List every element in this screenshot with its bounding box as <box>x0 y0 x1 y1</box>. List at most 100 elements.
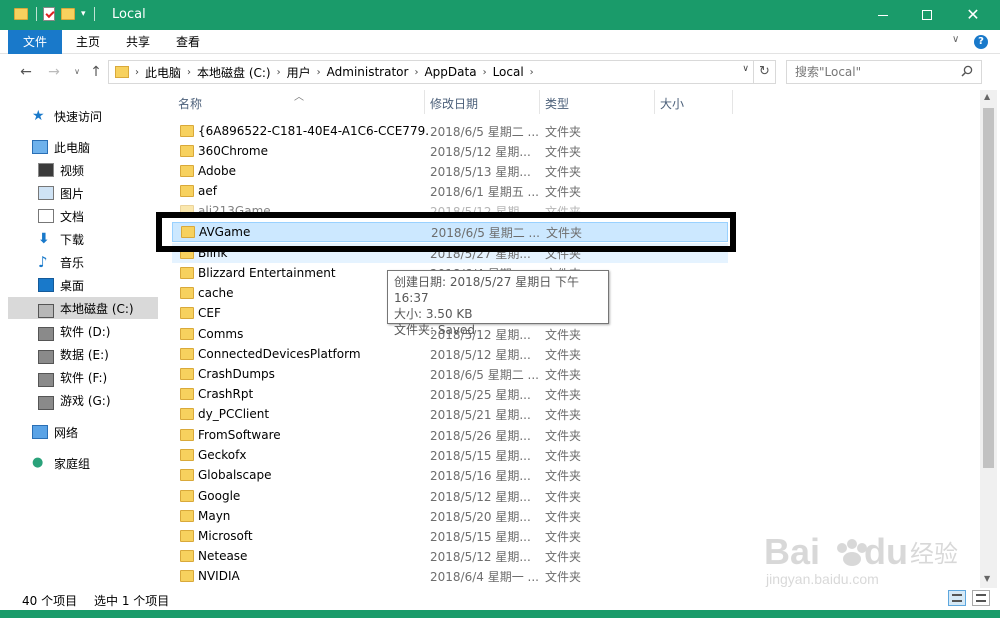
new-folder-icon[interactable] <box>61 8 75 20</box>
breadcrumb-separator-icon[interactable]: › <box>483 67 487 78</box>
forward-arrow-icon[interactable]: → <box>46 63 62 81</box>
folder-icon <box>180 530 194 542</box>
table-row[interactable]: Google 2018/5/12 星期... 文件夹 <box>172 486 728 506</box>
breadcrumb-administrator[interactable]: Administrator <box>327 65 409 79</box>
table-row[interactable]: Mayn 2018/5/20 星期... 文件夹 <box>172 506 728 526</box>
table-row[interactable]: Geckofx 2018/5/15 星期... 文件夹 <box>172 445 728 465</box>
column-header-type[interactable]: 类型 <box>545 95 569 112</box>
search-input[interactable] <box>795 61 955 83</box>
tab-share[interactable]: 共享 <box>116 30 160 54</box>
table-row[interactable]: aef 2018/6/1 星期五 ... 文件夹 <box>172 181 728 201</box>
table-row[interactable]: Microsoft 2018/5/15 星期... 文件夹 <box>172 526 728 546</box>
back-arrow-icon[interactable]: ← <box>18 63 34 81</box>
table-row[interactable]: NVIDIA 2018/6/4 星期一 ... 文件夹 <box>172 566 728 586</box>
scroll-down-arrow-icon[interactable]: ▼ <box>984 574 990 583</box>
tooltip-created-date: 创建日期: 2018/5/27 星期日 下午 16:37 <box>394 275 580 305</box>
column-divider[interactable] <box>424 90 425 114</box>
refresh-button[interactable]: ↻ <box>754 60 776 84</box>
sidebar-item-pictures[interactable]: 图片 <box>8 182 158 204</box>
scroll-up-arrow-icon[interactable]: ▲ <box>984 92 990 101</box>
scrollbar-thumb[interactable] <box>983 108 994 468</box>
column-header-date[interactable]: 修改日期 <box>430 95 478 112</box>
table-row[interactable]: dy_PCClient 2018/5/21 星期... 文件夹 <box>172 404 728 424</box>
breadcrumb-separator-icon[interactable]: › <box>187 67 191 78</box>
sidebar-item-homegroup[interactable]: ● 家庭组 <box>8 452 158 474</box>
breadcrumb-this-pc[interactable]: 此电脑 <box>145 64 181 81</box>
folder-icon <box>14 8 28 20</box>
close-button[interactable]: ✕ <box>950 0 996 30</box>
details-view-button[interactable] <box>948 590 966 606</box>
table-row[interactable]: FromSoftware 2018/5/26 星期... 文件夹 <box>172 425 728 445</box>
tab-file[interactable]: 文件 <box>8 30 62 54</box>
sidebar-item-drive-d[interactable]: 软件 (D:) <box>8 320 158 342</box>
navigation-bar: ← → ∨ ↑ › 此电脑 › 本地磁盘 (C:) › 用户 › Adminis… <box>0 54 1000 90</box>
minimize-button[interactable] <box>860 0 906 30</box>
sidebar-item-quick-access[interactable]: ★ 快速访问 <box>8 105 158 127</box>
file-name: Globalscape <box>198 468 272 482</box>
address-bar[interactable]: › 此电脑 › 本地磁盘 (C:) › 用户 › Administrator ›… <box>108 60 754 84</box>
sidebar-item-videos[interactable]: 视频 <box>8 159 158 181</box>
sidebar-item-local-disk-c[interactable]: 本地磁盘 (C:) <box>8 297 158 319</box>
sidebar-item-desktop[interactable]: 桌面 <box>8 274 158 296</box>
help-icon[interactable]: ? <box>974 35 988 49</box>
sidebar-item-label: 此电脑 <box>54 140 91 155</box>
table-row[interactable]: CrashDumps 2018/6/5 星期二 ... 文件夹 <box>172 364 728 384</box>
file-type: 文件夹 <box>545 489 582 504</box>
table-row[interactable]: Globalscape 2018/5/16 星期... 文件夹 <box>172 465 728 485</box>
column-divider[interactable] <box>539 90 540 114</box>
sidebar-item-label: 软件 (D:) <box>60 324 111 339</box>
customize-toolbar-arrow-icon[interactable]: ▾ <box>81 9 86 19</box>
expand-ribbon-chevron-icon[interactable]: ∨ <box>952 34 959 45</box>
folder-icon <box>180 490 194 502</box>
sidebar-item-this-pc[interactable]: 此电脑 <box>8 136 158 158</box>
sidebar-item-downloads[interactable]: ⬇ 下载 <box>8 228 158 250</box>
vertical-scrollbar[interactable]: ▲ ▼ <box>980 90 997 588</box>
breadcrumb-separator-icon[interactable]: › <box>317 67 321 78</box>
table-row[interactable]: CrashRpt 2018/5/25 星期... 文件夹 <box>172 384 728 404</box>
breadcrumb-separator-icon[interactable]: › <box>135 67 139 78</box>
properties-icon[interactable] <box>43 7 55 21</box>
column-divider[interactable] <box>654 90 655 114</box>
search-box[interactable] <box>786 60 982 84</box>
sidebar-item-documents[interactable]: 文档 <box>8 205 158 227</box>
breadcrumb-appdata[interactable]: AppData <box>424 65 476 79</box>
sidebar-item-drive-e[interactable]: 数据 (E:) <box>8 343 158 365</box>
file-date: 2018/5/15 星期... <box>430 448 531 463</box>
folder-icon <box>180 307 194 319</box>
title-bar[interactable]: ▾ Local ✕ <box>0 0 1000 30</box>
file-name: dy_PCClient <box>198 407 270 421</box>
download-icon: ⬇ <box>38 231 50 247</box>
breadcrumb-local-disk-c[interactable]: 本地磁盘 (C:) <box>197 64 271 81</box>
up-arrow-icon[interactable]: ↑ <box>88 63 104 81</box>
breadcrumb-separator-icon[interactable]: › <box>414 67 418 78</box>
table-row[interactable]: {6A896522-C181-40E4-A1C6-CCE779... 2018/6… <box>172 121 728 141</box>
column-divider[interactable] <box>732 90 733 114</box>
sidebar-item-music[interactable]: ♪ 音乐 <box>8 251 158 273</box>
breadcrumb-local[interactable]: Local <box>493 65 524 79</box>
breadcrumb-separator-icon[interactable]: › <box>530 67 534 78</box>
recent-locations-chevron-icon[interactable]: ∨ <box>69 63 85 81</box>
search-icon[interactable] <box>961 65 973 77</box>
tab-view[interactable]: 查看 <box>166 30 210 54</box>
sidebar-item-drive-f[interactable]: 软件 (F:) <box>8 366 158 388</box>
tab-home[interactable]: 主页 <box>66 30 110 54</box>
large-icons-view-button[interactable] <box>972 590 990 606</box>
table-row[interactable]: Adobe 2018/5/13 星期... 文件夹 <box>172 161 728 181</box>
table-row[interactable]: 360Chrome 2018/5/12 星期... 文件夹 <box>172 141 728 161</box>
address-history-chevron-icon[interactable]: ∨ <box>742 64 749 74</box>
sidebar-item-network[interactable]: 网络 <box>8 421 158 443</box>
file-date: 2018/5/20 星期... <box>430 509 531 524</box>
breadcrumb-separator-icon[interactable]: › <box>277 67 281 78</box>
watermark-url: jingyan.baidu.com <box>765 571 879 587</box>
maximize-button[interactable] <box>904 0 950 30</box>
table-row[interactable]: ConnectedDevicesPlatform 2018/5/12 星期... 文… <box>172 344 728 364</box>
column-header-name[interactable]: 名称 <box>178 95 202 112</box>
column-header-size[interactable]: 大小 <box>660 95 684 112</box>
table-row[interactable]: Netease 2018/5/12 星期... 文件夹 <box>172 546 728 566</box>
sidebar-item-label: 视频 <box>60 163 85 178</box>
folder-icon <box>180 429 194 441</box>
sidebar-item-drive-g[interactable]: 游戏 (G:) <box>8 389 158 411</box>
file-type: 文件夹 <box>545 529 582 544</box>
breadcrumb-users[interactable]: 用户 <box>287 64 311 81</box>
window-title: Local <box>112 7 146 22</box>
